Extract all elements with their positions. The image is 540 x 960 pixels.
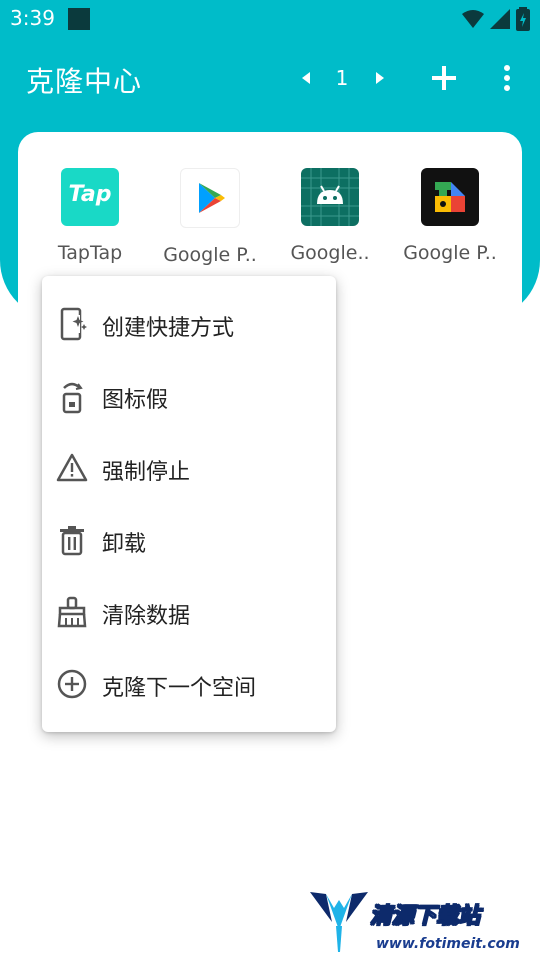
app-item-google-android[interactable]: Google.. <box>270 168 390 264</box>
status-bar: 3:39 <box>0 0 540 38</box>
watermark-title: 清源下载站 <box>369 904 481 930</box>
menu-item-uninstall[interactable]: 卸载 <box>42 504 336 576</box>
menu-item-fake-icon[interactable]: 图标假 <box>42 360 336 432</box>
wifi-icon <box>462 10 484 28</box>
add-circle-icon <box>57 669 87 699</box>
google-play-store-icon <box>180 168 240 228</box>
app-label: Google.. <box>290 242 370 264</box>
menu-label: 克隆下一个空间 <box>102 676 257 701</box>
fake-icon-icon <box>62 382 83 414</box>
app-item-google-play-services[interactable]: Google P.. <box>390 168 510 264</box>
context-menu: 创建快捷方式 图标假 强制停止 卸载 清除数据 克隆下一个空间 <box>42 276 336 732</box>
app-item-google-play-store[interactable]: Google P.. <box>150 168 270 266</box>
android-system-icon <box>301 168 359 226</box>
app-label: TapTap <box>57 242 123 264</box>
app-bar: 克隆中心 1 <box>0 38 540 122</box>
menu-label: 强制停止 <box>102 460 191 485</box>
menu-item-force-stop[interactable]: 强制停止 <box>42 432 336 504</box>
google-play-services-icon <box>421 168 479 226</box>
battery-icon <box>516 7 530 31</box>
warning-triangle-icon <box>56 453 88 482</box>
app-label: Google P.. <box>163 244 257 266</box>
menu-item-create-shortcut[interactable]: 创建快捷方式 <box>42 288 336 360</box>
menu-item-clone-next-space[interactable]: 克隆下一个空间 <box>42 648 336 720</box>
taptap-logo-text: Tap <box>68 182 112 207</box>
menu-item-clear-data[interactable]: 清除数据 <box>42 576 336 648</box>
create-shortcut-icon <box>60 307 87 341</box>
add-button[interactable] <box>428 62 460 94</box>
watermark-logo-icon <box>310 892 368 952</box>
next-page-icon[interactable] <box>370 66 390 90</box>
status-icons <box>462 7 530 31</box>
menu-label: 卸载 <box>102 532 147 557</box>
status-time: 3:39 <box>10 6 55 30</box>
app-item-taptap[interactable]: Tap TapTap <box>30 168 150 264</box>
menu-label: 图标假 <box>102 388 169 413</box>
signal-icon <box>490 9 510 29</box>
page-number: 1 <box>335 66 349 90</box>
previous-page-icon[interactable] <box>296 66 316 90</box>
taptap-icon: Tap <box>61 168 119 226</box>
broom-icon <box>57 596 87 628</box>
watermark: 清源下载站 www.fotimeit.com <box>306 886 526 956</box>
menu-label: 清除数据 <box>102 604 191 629</box>
page-title: 克隆中心 <box>26 65 143 98</box>
more-options-icon[interactable] <box>494 62 520 94</box>
menu-label: 创建快捷方式 <box>102 316 235 341</box>
trash-icon <box>60 526 84 556</box>
watermark-url: www.fotimeit.com <box>376 936 520 952</box>
app-label: Google P.. <box>403 242 497 264</box>
notification-icon <box>68 8 90 30</box>
